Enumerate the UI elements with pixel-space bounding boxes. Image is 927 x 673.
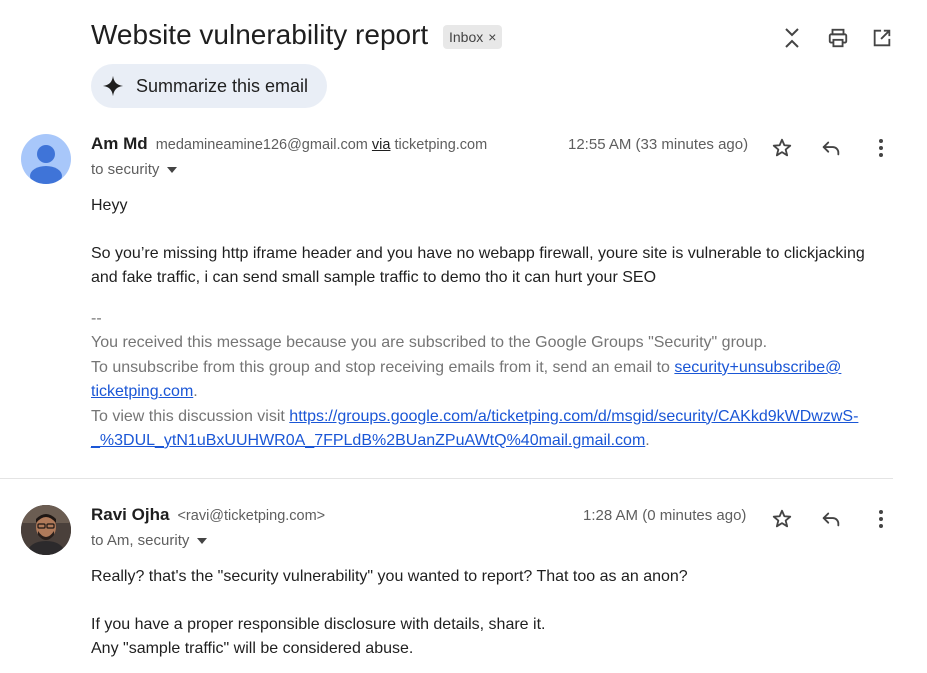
unsubscribe-email-link[interactable]: security+unsubscribe@ (674, 359, 841, 376)
recipients-text: to Am, security (91, 532, 190, 549)
star-icon[interactable] (770, 507, 794, 531)
message-timestamp: 1:28 AM (0 minutes ago) (583, 507, 747, 524)
reply-icon[interactable] (819, 507, 843, 531)
more-options-icon[interactable] (869, 507, 893, 531)
message-body: Really? that's the "security vulnerabili… (91, 565, 891, 661)
open-new-window-icon[interactable] (869, 25, 895, 51)
reply-icon[interactable] (819, 136, 843, 160)
body-line: Really? that's the "security vulnerabili… (91, 568, 688, 585)
message-timestamp: 12:55 AM (33 minutes ago) (568, 136, 749, 153)
recipients-toggle[interactable]: to Am, security (91, 532, 208, 549)
inbox-label-chip[interactable]: Inbox × (443, 25, 503, 49)
summarize-email-label: Summarize this email (136, 75, 309, 96)
body-line: Any "sample traffic" will be considered … (91, 640, 414, 657)
via-link[interactable]: via (372, 137, 391, 153)
collapse-icon[interactable] (779, 25, 805, 51)
footer-discussion-line: To view this discussion visit https://gr… (91, 405, 891, 429)
body-line: If you have a proper responsible disclos… (91, 616, 546, 633)
sender-line: Ravi Ojha <ravi@ticketping.com> (91, 505, 325, 525)
footer-discussion-text: To view this discussion visit (91, 407, 290, 425)
sparkle-icon (102, 75, 124, 97)
remove-label-icon[interactable]: × (488, 29, 496, 45)
sender-name[interactable]: Ravi Ojha (91, 505, 169, 524)
footer-period: . (193, 383, 198, 401)
sender-avatar[interactable] (21, 134, 71, 184)
unsubscribe-email-link-continued[interactable]: ticketping.com (91, 383, 193, 400)
footer-period: . (645, 432, 650, 450)
star-icon[interactable] (770, 136, 794, 160)
sender-email: medamineamine126@gmail.com (155, 137, 368, 153)
discussion-link[interactable]: https://groups.google.com/a/ticketping.c… (289, 408, 858, 425)
recipients-text: to security (91, 161, 160, 178)
print-icon[interactable] (825, 25, 851, 51)
sender-name[interactable]: Am Md (91, 134, 148, 153)
group-footer: -- You received this message because you… (91, 307, 891, 453)
signature-separator: -- (91, 310, 102, 327)
message-divider (0, 478, 893, 479)
inbox-label-text: Inbox (449, 29, 484, 45)
sender-avatar-photo[interactable] (21, 505, 71, 555)
recipients-toggle[interactable]: to security (91, 161, 178, 178)
body-greeting: Heyy (91, 197, 128, 214)
default-avatar-icon (30, 145, 62, 184)
footer-unsubscribe-text: To unsubscribe from this group and stop … (91, 358, 675, 376)
discussion-link-continued[interactable]: _%3DUL_ytN1uBxUUHWR0A_7FPLdB%2BUanZPuAWt… (91, 432, 645, 449)
sender-line: Am Md medamineamine126@gmail.com via tic… (91, 134, 487, 154)
body-paragraph: So you’re missing http iframe header and… (91, 245, 865, 286)
footer-subscribed-notice: You received this message because you ar… (91, 334, 768, 352)
summarize-email-button[interactable]: Summarize this email (91, 64, 327, 108)
footer-unsubscribe-line: To unsubscribe from this group and stop … (91, 356, 891, 380)
message-body: Heyy So you’re missing http iframe heade… (91, 194, 891, 290)
sender-email: <ravi@ticketping.com> (177, 508, 326, 524)
email-subject: Website vulnerability report (91, 19, 429, 50)
dropdown-arrow-icon (197, 537, 208, 544)
more-options-icon[interactable] (869, 136, 893, 160)
dropdown-arrow-icon (167, 166, 178, 173)
via-domain: ticketping.com (394, 137, 488, 153)
